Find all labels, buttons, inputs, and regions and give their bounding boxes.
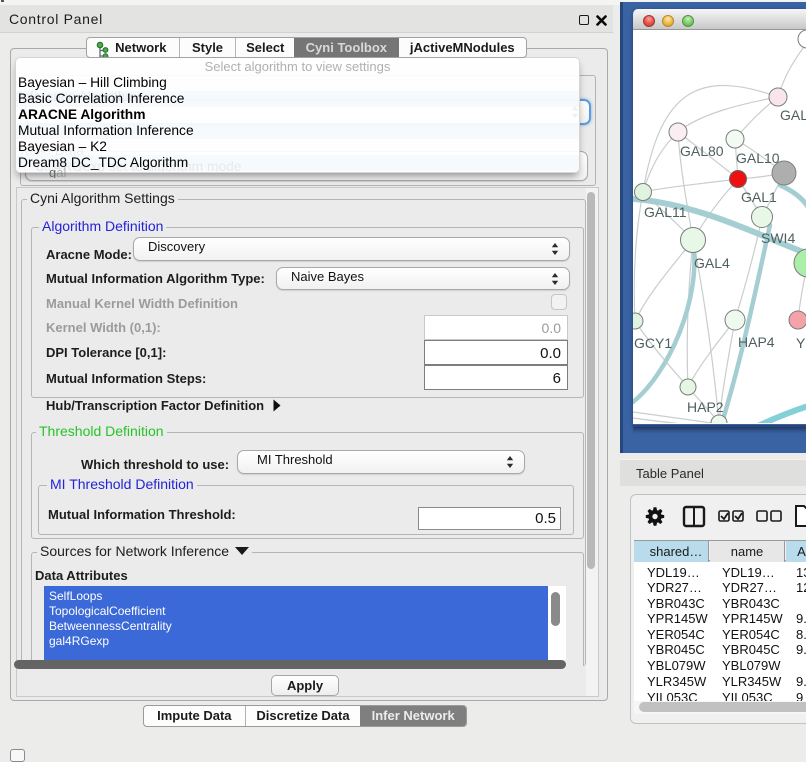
svg-text:HAP4: HAP4 <box>738 334 775 350</box>
svg-text:Y: Y <box>796 335 806 351</box>
svg-text:GAL11: GAL11 <box>644 204 687 220</box>
svg-text:HAP2: HAP2 <box>687 399 724 415</box>
svg-text:GCY1: GCY1 <box>634 335 672 351</box>
svg-text:SWI4: SWI4 <box>761 230 795 246</box>
svg-text:GAL7: GAL7 <box>780 107 806 123</box>
svg-text:GAL10: GAL10 <box>736 150 780 166</box>
svg-text:GAL4: GAL4 <box>694 255 730 271</box>
svg-text:GAL80: GAL80 <box>680 143 724 159</box>
svg-text:GAL1: GAL1 <box>741 189 777 205</box>
